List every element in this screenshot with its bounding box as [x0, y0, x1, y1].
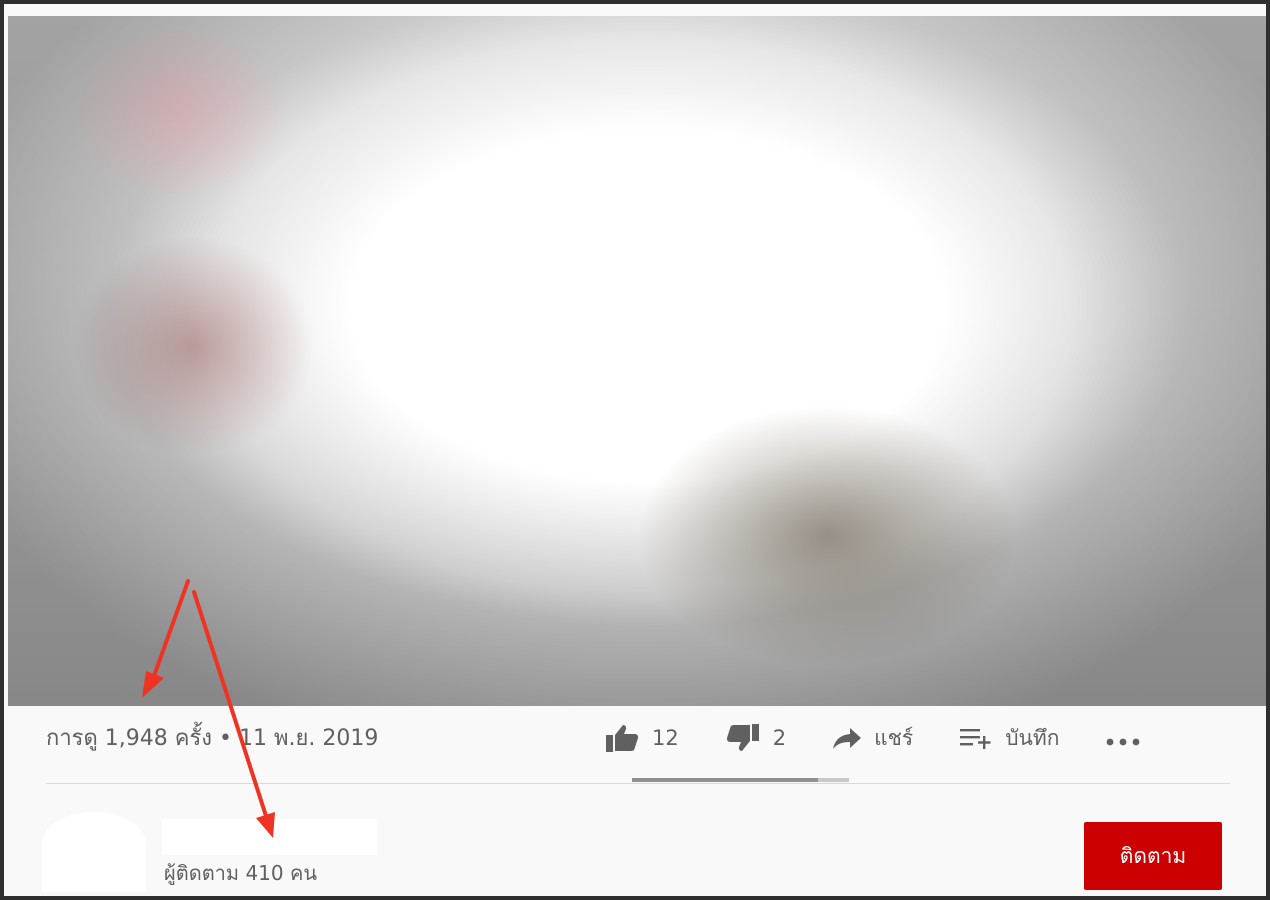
subscribe-button[interactable]: ติดตาม — [1084, 822, 1222, 890]
save-button[interactable]: บันทึก — [959, 716, 1059, 760]
like-ratio-fill — [632, 778, 818, 782]
screenshot-frame: การดู 1,948 ครั้ง • 11 พ.ย. 2019 12 2 แช… — [0, 0, 1270, 900]
share-arrow-icon — [832, 726, 862, 750]
video-actions: 12 2 แชร์ บันทึก — [600, 716, 1141, 782]
like-button[interactable]: 12 — [604, 716, 679, 760]
more-horizontal-icon — [1105, 716, 1141, 760]
view-count-and-date: การดู 1,948 ครั้ง • 11 พ.ย. 2019 — [46, 726, 379, 751]
more-actions-button[interactable] — [1105, 716, 1141, 760]
channel-name-redacted[interactable] — [162, 819, 377, 855]
subscriber-count: ผู้ติดตาม 410 คน — [164, 861, 318, 885]
video-vignette — [8, 16, 1266, 706]
divider — [46, 783, 1230, 784]
like-count: 12 — [652, 726, 679, 750]
video-player[interactable] — [8, 16, 1266, 706]
playlist-add-icon — [959, 726, 993, 750]
thumbs-down-icon — [725, 723, 761, 753]
dislike-button[interactable]: 2 — [725, 716, 786, 760]
save-label: บันทึก — [1005, 725, 1060, 750]
channel-avatar[interactable] — [42, 812, 146, 892]
share-label: แชร์ — [874, 725, 914, 750]
thumbs-up-icon — [604, 723, 640, 753]
like-dislike-ratio-bar — [632, 778, 849, 782]
dislike-count: 2 — [772, 726, 787, 750]
share-button[interactable]: แชร์ — [832, 716, 913, 760]
